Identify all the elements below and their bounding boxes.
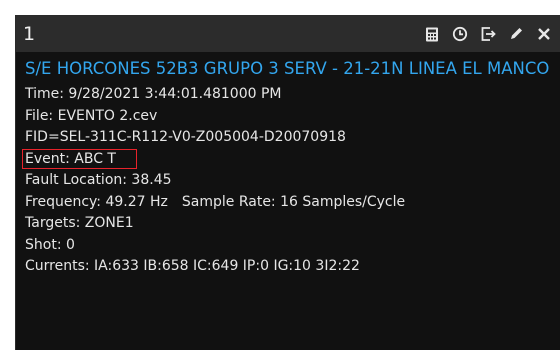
event-type-row: Event: ABC T <box>22 148 550 171</box>
event-title: S/E HORCONES 52B3 GRUPO 3 SERV - 21-21N … <box>25 59 550 78</box>
event-type-highlighted: Event: ABC T <box>22 148 137 169</box>
sample-rate: Sample Rate: 16 Samples/Cycle <box>181 193 406 210</box>
frequency-row: Frequency: 49.27 Hz Sample Rate: 16 Sampl… <box>25 192 550 214</box>
calculator-icon[interactable] <box>424 26 440 42</box>
frequency: Frequency: 49.27 Hz <box>25 193 168 210</box>
event-file: File: EVENTO 2.cev <box>25 107 158 124</box>
panel-toolbar <box>424 24 552 44</box>
fault-location: Fault Location: 38.45 <box>25 172 172 188</box>
panel-number: 1 <box>23 23 36 45</box>
export-icon[interactable] <box>480 26 496 42</box>
currents: Currents: IA:633 IB:658 IC:649 IP:0 IG:1… <box>25 258 360 274</box>
pencil-icon[interactable] <box>508 26 524 42</box>
close-icon[interactable] <box>536 26 552 42</box>
event-info-panel: 1 S/E HORCONES 52B3 GRUPO 3 SERV - 21-21… <box>15 15 560 350</box>
event-time: Time: 9/28/2021 3:44:01.481000 PM <box>25 86 282 102</box>
panel-titlebar: 1 <box>16 16 560 52</box>
shot: Shot: 0 <box>25 236 75 253</box>
targets: Targets: ZONE1 <box>25 215 134 231</box>
clock-icon[interactable] <box>452 26 468 42</box>
event-fid: FID=SEL-311C-R112-V0-Z005004-D20070918 <box>25 129 346 145</box>
event-details: S/E HORCONES 52B3 GRUPO 3 SERV - 21-21N … <box>22 56 550 278</box>
